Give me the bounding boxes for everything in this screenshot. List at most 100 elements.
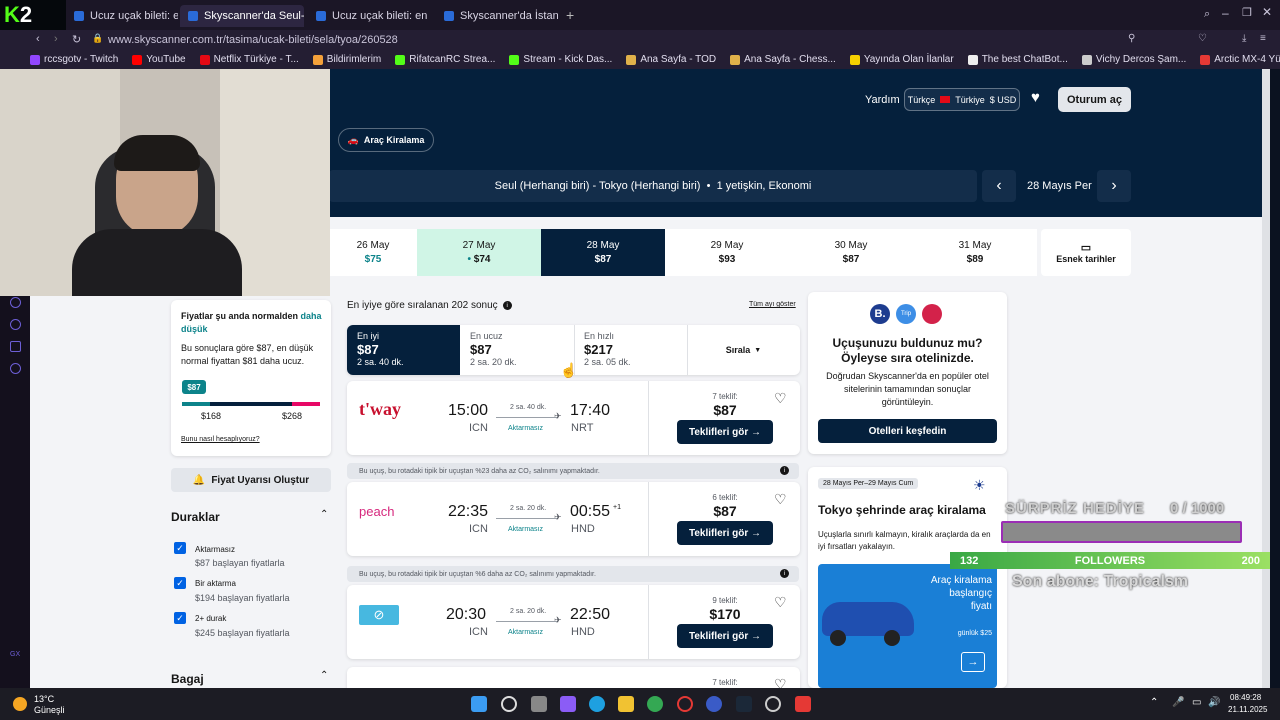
- save-heart-icon[interactable]: ♡: [774, 676, 787, 688]
- login-button[interactable]: Oturum aç: [1058, 87, 1131, 112]
- browser-tab[interactable]: Ucuz uçak bileti: en uygun: [66, 5, 178, 27]
- bookmark-item[interactable]: Bildirimlerim: [312, 54, 381, 65]
- start-icon[interactable]: [471, 696, 487, 712]
- browser-tab[interactable]: Skyscanner'da İstanbul-S: [436, 5, 558, 27]
- info-icon[interactable]: i: [502, 301, 512, 310]
- opera-gx-icon[interactable]: [677, 696, 693, 712]
- bookmark-item[interactable]: YouTube: [132, 54, 186, 65]
- bookmark-item[interactable]: Arctic MX-4 Yüks...: [1200, 54, 1280, 65]
- view-deals-button[interactable]: Teklifleri gör →: [677, 521, 773, 545]
- info-icon[interactable]: i: [780, 466, 789, 475]
- view-deals-button[interactable]: Teklifleri gör →: [677, 420, 773, 444]
- save-heart-icon[interactable]: ♡: [774, 491, 787, 508]
- checkbox-one-stop[interactable]: ✓: [174, 577, 186, 589]
- download-icon[interactable]: ⤓: [1242, 33, 1246, 44]
- arrow-right-icon[interactable]: →: [961, 652, 985, 672]
- search-icon[interactable]: [501, 696, 517, 712]
- chevron-up-icon[interactable]: ⌃: [320, 509, 328, 520]
- save-heart-icon[interactable]: ♡: [774, 594, 787, 611]
- bookmark-item[interactable]: RifatcanRC Strea...: [395, 54, 495, 65]
- locale-button[interactable]: Türkçe Türkiye $ USD: [904, 88, 1020, 111]
- scrollbar[interactable]: [1262, 69, 1270, 688]
- bookmark-item[interactable]: Netflix Türkiye - T...: [199, 54, 299, 65]
- browser-tab-active[interactable]: Skyscanner'da Seul-Tokyo: [180, 5, 304, 27]
- bookmark-item[interactable]: Ana Sayfa - Chess...: [730, 54, 836, 65]
- favorites-heart-icon[interactable]: ♥: [1031, 89, 1040, 106]
- car-ad-banner[interactable]: Araç kiralama başlangıç fiyatı günlük $2…: [818, 564, 997, 688]
- explore-hotels-button[interactable]: Otelleri keşfedin: [818, 419, 997, 443]
- app-icon[interactable]: [706, 696, 722, 712]
- date-cell-cheapest[interactable]: 27 May • $74: [417, 229, 541, 276]
- chrome-icon[interactable]: [647, 696, 663, 712]
- network-icon[interactable]: ▭: [1192, 697, 1201, 708]
- chevron-up-icon[interactable]: ⌃: [1150, 697, 1158, 708]
- help-link[interactable]: Yardım: [865, 94, 900, 106]
- search-icon[interactable]: ⌕: [1204, 8, 1210, 21]
- gx-icon[interactable]: GX: [10, 651, 20, 658]
- date-cell[interactable]: 31 May $89: [913, 229, 1037, 276]
- bookmark-item[interactable]: Stream - Kick Das...: [509, 54, 612, 65]
- bookmark-icon[interactable]: ⚲: [1128, 33, 1135, 44]
- copilot-icon[interactable]: [560, 696, 576, 712]
- new-tab-icon[interactable]: +: [566, 7, 574, 23]
- flight-card[interactable]: ⊘ 20:30 ICN 2 sa. 20 dk. ✈ Aktarmasız 22…: [347, 585, 800, 659]
- settings-icon[interactable]: [10, 363, 21, 374]
- maximize-icon[interactable]: ❐: [1242, 6, 1252, 19]
- flexible-dates-button[interactable]: ▭ Esnek tarihler: [1041, 229, 1131, 276]
- checkbox-direct[interactable]: ✓: [174, 542, 186, 554]
- file-explorer-icon[interactable]: [618, 696, 634, 712]
- forward-icon[interactable]: ›: [54, 33, 58, 45]
- flight-card[interactable]: peach 22:35 ICN 2 sa. 20 dk. ✈ Aktarması…: [347, 482, 800, 556]
- stops-filter-title[interactable]: Duraklar: [171, 510, 220, 524]
- selected-date[interactable]: 28 Mayıs Per: [1027, 180, 1092, 192]
- sort-cheapest-tab[interactable]: En ucuz $87 2 sa. 20 dk.: [460, 325, 574, 375]
- car-hire-tab[interactable]: 🚗 Araç Kiralama: [338, 128, 434, 152]
- close-icon[interactable]: ✕: [1262, 5, 1272, 19]
- bookmark-item[interactable]: Ana Sayfa - TOD: [626, 54, 716, 65]
- bookmark-item[interactable]: rccsgotv - Twitch: [30, 54, 118, 65]
- history-icon[interactable]: [10, 319, 21, 330]
- how-calculated-link[interactable]: Bunu nasıl hesaplıyoruz?: [181, 436, 260, 443]
- prev-date-icon[interactable]: ‹: [982, 170, 1016, 202]
- show-whole-month-link[interactable]: Tüm ayı göster: [749, 301, 796, 308]
- search-summary[interactable]: Seul (Herhangi biri) - Tokyo (Herhangi b…: [329, 170, 977, 202]
- edge-icon[interactable]: [589, 696, 605, 712]
- menu-icon[interactable]: ≡: [1260, 33, 1266, 44]
- date-cell[interactable]: 30 May $87: [789, 229, 913, 276]
- info-icon[interactable]: i: [780, 569, 789, 578]
- browser-tab[interactable]: Ucuz uçak bileti: en uyg: [308, 5, 430, 27]
- price-alert-button[interactable]: 🔔 Fiyat Uyarısı Oluştur: [171, 468, 331, 492]
- bookmark-item[interactable]: The best ChatBot...: [967, 54, 1068, 65]
- flight-card[interactable]: t'way 15:00 ICN 2 sa. 40 dk. ✈ Aktarması…: [347, 381, 800, 455]
- url-field[interactable]: www.skyscanner.com.tr/tasima/ucak-bileti…: [108, 34, 398, 46]
- task-view-icon[interactable]: [531, 696, 547, 712]
- volume-icon[interactable]: 🔊: [1208, 697, 1220, 708]
- next-date-icon[interactable]: ›: [1097, 170, 1131, 202]
- mic-icon[interactable]: 🎤: [1172, 697, 1184, 708]
- baggage-filter-title[interactable]: Bagaj: [171, 672, 204, 686]
- date-cell[interactable]: 29 May $93: [665, 229, 789, 276]
- date-cell[interactable]: 26 May $75: [329, 229, 417, 276]
- player-icon[interactable]: [10, 297, 21, 308]
- date-cell-selected[interactable]: 28 May $87: [541, 229, 665, 276]
- bookmark-item[interactable]: Yayında Olan İlanlar: [849, 54, 954, 65]
- clock-time[interactable]: 08:49:28: [1230, 693, 1261, 702]
- chevron-up-icon[interactable]: ⌃: [320, 670, 328, 681]
- bookmark-item[interactable]: Vichy Dercos Şam...: [1081, 54, 1186, 65]
- sort-fastest-tab[interactable]: En hızlı $217 2 sa. 05 dk.: [574, 325, 687, 375]
- view-deals-button[interactable]: Teklifleri gör →: [677, 624, 773, 648]
- extensions-icon[interactable]: [10, 341, 21, 352]
- sort-dropdown[interactable]: Sırala ▼: [687, 325, 800, 375]
- sort-best-tab[interactable]: En iyi $87 2 sa. 40 dk.: [347, 325, 460, 375]
- clock-date[interactable]: 21.11.2025: [1228, 705, 1267, 714]
- app-icon[interactable]: [795, 696, 811, 712]
- reload-icon[interactable]: ↻: [72, 33, 81, 46]
- minimize-icon[interactable]: –: [1222, 6, 1229, 20]
- app-icon[interactable]: [765, 696, 781, 712]
- save-heart-icon[interactable]: ♡: [774, 390, 787, 407]
- steam-icon[interactable]: [736, 696, 752, 712]
- weather-sun-icon[interactable]: [13, 697, 27, 711]
- checkbox-two-plus-stops[interactable]: ✓: [174, 612, 186, 624]
- heart-icon[interactable]: ♡: [1198, 33, 1207, 44]
- flight-card[interactable]: 7 teklif: ♡: [347, 667, 800, 688]
